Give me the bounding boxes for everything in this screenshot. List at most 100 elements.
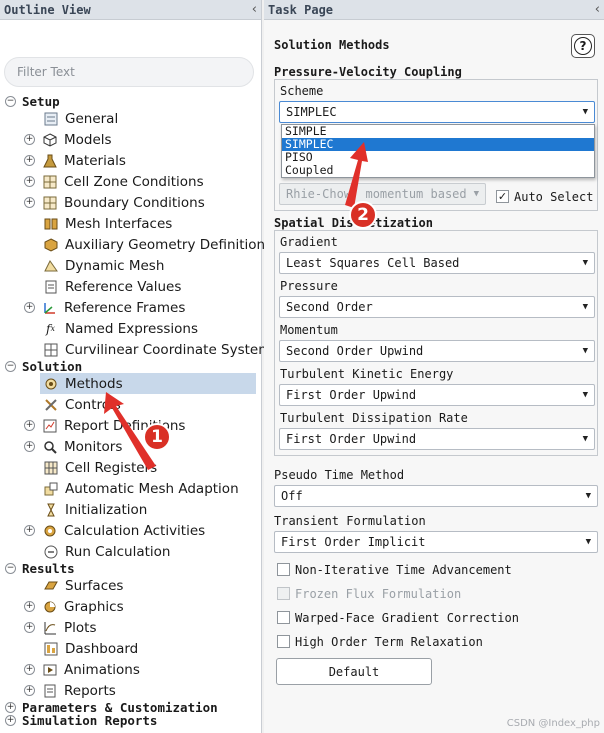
tree-item-initialization[interactable]: Initialization (42, 499, 147, 520)
dynamic-mesh-icon (42, 257, 59, 274)
scheme-option-coupled[interactable]: Coupled (282, 164, 594, 177)
momentum-select[interactable]: Second Order Upwind ▼ (279, 340, 595, 362)
tree-item-automatic-mesh-adaption[interactable]: Automatic Mesh Adaption (42, 478, 239, 499)
default-button[interactable]: Default (276, 658, 432, 685)
non-iterative-label: Non-Iterative Time Advancement (295, 563, 512, 577)
annotation-badge-2: 2 (349, 201, 377, 229)
help-button[interactable]: ? (571, 34, 595, 58)
expand-icon[interactable]: + (24, 155, 35, 166)
tree-item-animations[interactable]: + Animations (24, 659, 140, 680)
gradient-label: Gradient (280, 235, 338, 249)
function-icon: fx (46, 321, 55, 336)
film-icon (41, 661, 58, 678)
expand-icon[interactable]: + (5, 715, 16, 726)
tree-item-methods[interactable]: Methods (40, 373, 256, 394)
transient-formulation-label: Transient Formulation (274, 514, 426, 528)
auto-select-checkbox[interactable]: ✓ (496, 190, 509, 203)
cell-registers-icon (42, 459, 59, 476)
momentum-label: Momentum (280, 323, 338, 337)
expand-icon[interactable]: + (24, 176, 35, 187)
help-icon: ? (574, 37, 592, 55)
grid-icon (41, 173, 58, 190)
tree-item-boundary-conditions[interactable]: + Boundary Conditions (24, 192, 205, 213)
tools-icon (42, 396, 59, 413)
pressure-label: Pressure (280, 279, 338, 293)
tree-item-controls[interactable]: Controls (42, 394, 121, 415)
outline-view-header: Outline View ‹ (0, 0, 261, 20)
chevron-down-icon: ▼ (582, 434, 588, 444)
tdr-label: Turbulent Dissipation Rate (280, 411, 468, 425)
outline-collapse-icon[interactable]: ‹ (252, 2, 257, 17)
expand-icon[interactable]: + (24, 134, 35, 145)
tree-item-named-expressions[interactable]: fx Named Expressions (42, 318, 198, 339)
non-iterative-checkbox[interactable] (277, 563, 290, 576)
tree-section-simulation-reports[interactable]: + Simulation Reports (5, 710, 157, 731)
scheme-label: Scheme (280, 84, 324, 98)
scheme-option-simplec[interactable]: SIMPLEC (282, 138, 594, 151)
activities-gear-icon (41, 522, 58, 539)
tree-item-materials[interactable]: + Materials (24, 150, 126, 171)
tree-item-dynamic-mesh[interactable]: Dynamic Mesh (42, 255, 164, 276)
expand-icon[interactable]: + (24, 441, 35, 452)
tree-item-models[interactable]: + Models (24, 129, 112, 150)
tree-item-reference-frames[interactable]: + Reference Frames (24, 297, 185, 318)
frozen-flux-checkbox[interactable] (277, 587, 290, 600)
magnifier-icon (41, 438, 58, 455)
task-collapse-icon[interactable]: ‹ (595, 2, 600, 17)
tree-item-calculation-activities[interactable]: + Calculation Activities (24, 520, 205, 541)
tree-item-auxiliary-geometry[interactable]: Auxiliary Geometry Definitions (42, 234, 272, 255)
pseudo-time-label: Pseudo Time Method (274, 468, 405, 482)
chevron-down-icon: ▼ (582, 390, 588, 400)
tree-item-surfaces[interactable]: Surfaces (42, 575, 123, 596)
task-page-title: Task Page (268, 2, 334, 17)
pseudo-time-select[interactable]: Off ▼ (274, 485, 598, 507)
collapse-icon[interactable]: − (5, 96, 16, 107)
tree-item-cell-zone-conditions[interactable]: + Cell Zone Conditions (24, 171, 204, 192)
methods-icon (42, 375, 59, 392)
chevron-down-icon: ▼ (582, 346, 588, 356)
expand-icon[interactable]: + (24, 420, 35, 431)
grid-icon (41, 194, 58, 211)
tree-item-dashboard[interactable]: Dashboard (42, 638, 138, 659)
tree-item-graphics[interactable]: + Graphics (24, 596, 124, 617)
tree-item-cell-registers[interactable]: Cell Registers (42, 457, 157, 478)
filter-text-input[interactable]: Filter Text (4, 57, 254, 87)
pv-coupling-group-label: Pressure-Velocity Coupling (274, 65, 462, 79)
expand-icon[interactable]: + (24, 664, 35, 675)
tree-item-general[interactable]: General (42, 108, 118, 129)
expand-icon[interactable]: + (24, 197, 35, 208)
tree-item-monitors[interactable]: + Monitors (24, 436, 122, 457)
tke-select[interactable]: First Order Upwind ▼ (279, 384, 595, 406)
expand-icon[interactable]: + (24, 622, 35, 633)
initialization-icon (42, 501, 59, 518)
tree-item-mesh-interfaces[interactable]: Mesh Interfaces (42, 213, 172, 234)
scheme-select[interactable]: SIMPLEC ▼ (279, 101, 595, 123)
tdr-select[interactable]: First Order Upwind ▼ (279, 428, 595, 450)
scheme-dropdown-list[interactable]: SIMPLE SIMPLEC PISO Coupled (281, 124, 595, 178)
warped-face-checkbox[interactable] (277, 611, 290, 624)
reference-values-icon (42, 278, 59, 295)
chevron-down-icon: ▼ (582, 258, 588, 268)
tree-item-plots[interactable]: + Plots (24, 617, 96, 638)
collapse-icon[interactable]: − (5, 361, 16, 372)
plot-icon (41, 619, 58, 636)
expand-icon[interactable]: + (24, 601, 35, 612)
watermark-text: CSDN @Index_php (506, 718, 600, 729)
chevron-down-icon: ▼ (582, 107, 588, 117)
expand-icon[interactable]: + (24, 525, 35, 536)
chevron-down-icon: ▼ (582, 302, 588, 312)
warped-face-label: Warped-Face Gradient Correction (295, 611, 519, 625)
expand-icon[interactable]: + (24, 685, 35, 696)
pressure-select[interactable]: Second Order ▼ (279, 296, 595, 318)
dashboard-icon (42, 640, 59, 657)
tke-label: Turbulent Kinetic Energy (280, 367, 454, 381)
expand-icon[interactable]: + (24, 302, 35, 313)
transient-formulation-select[interactable]: First Order Implicit ▼ (274, 531, 598, 553)
gradient-select[interactable]: Least Squares Cell Based ▼ (279, 252, 595, 274)
high-order-relaxation-checkbox[interactable] (277, 635, 290, 648)
outline-view-title: Outline View (4, 2, 91, 17)
chevron-down-icon: ▼ (585, 537, 591, 547)
collapse-icon[interactable]: − (5, 563, 16, 574)
flux-type-select[interactable]: Rhie-Chow: momentum based ▼ (279, 183, 486, 205)
tree-item-reference-values[interactable]: Reference Values (42, 276, 181, 297)
